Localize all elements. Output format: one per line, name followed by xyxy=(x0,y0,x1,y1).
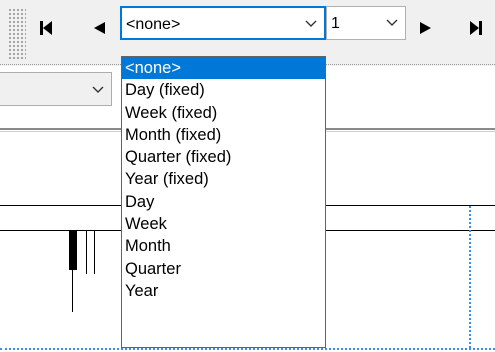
period-combo[interactable]: <none> xyxy=(120,6,326,40)
candle-body xyxy=(69,230,77,270)
next-icon xyxy=(420,22,431,34)
dropdown-option-day[interactable]: Day xyxy=(122,191,325,213)
chevron-down-icon xyxy=(386,19,398,26)
chart-grid-horizontal xyxy=(0,348,495,350)
dropdown-option-year[interactable]: Year xyxy=(122,280,325,302)
chevron-down-icon xyxy=(92,86,104,93)
dropdown-option-week-fixed[interactable]: Week (fixed) xyxy=(122,102,325,124)
period-dropdown-list: <none> Day (fixed) Week (fixed) Month (f… xyxy=(121,56,326,348)
secondary-combo[interactable] xyxy=(0,72,112,106)
chart-grid-vertical xyxy=(469,206,471,348)
candle-wick xyxy=(72,270,73,312)
count-combo-value: 1 xyxy=(331,15,340,32)
chevron-down-icon xyxy=(305,20,317,27)
dropdown-option-week[interactable]: Week xyxy=(122,213,325,235)
period-combo-value: <none> xyxy=(126,16,181,33)
candle-line xyxy=(94,230,95,274)
next-button[interactable] xyxy=(414,16,438,40)
dropdown-option-quarter-fixed[interactable]: Quarter (fixed) xyxy=(122,146,325,168)
previous-button[interactable] xyxy=(87,16,111,40)
skip-to-last-icon xyxy=(470,21,482,35)
last-button[interactable] xyxy=(464,16,488,40)
previous-icon xyxy=(94,22,105,34)
count-combo[interactable]: 1 xyxy=(326,6,406,40)
candle-line xyxy=(86,230,87,274)
skip-to-first-icon xyxy=(40,21,52,35)
dropdown-option-quarter[interactable]: Quarter xyxy=(122,258,325,280)
first-button[interactable] xyxy=(34,16,58,40)
dropdown-option-month-fixed[interactable]: Month (fixed) xyxy=(122,124,325,146)
dropdown-option-month[interactable]: Month xyxy=(122,235,325,257)
toolbar-grip[interactable] xyxy=(8,8,26,60)
dropdown-option-none[interactable]: <none> xyxy=(122,57,325,80)
dropdown-option-year-fixed[interactable]: Year (fixed) xyxy=(122,168,325,190)
dropdown-option-day-fixed[interactable]: Day (fixed) xyxy=(122,79,325,101)
